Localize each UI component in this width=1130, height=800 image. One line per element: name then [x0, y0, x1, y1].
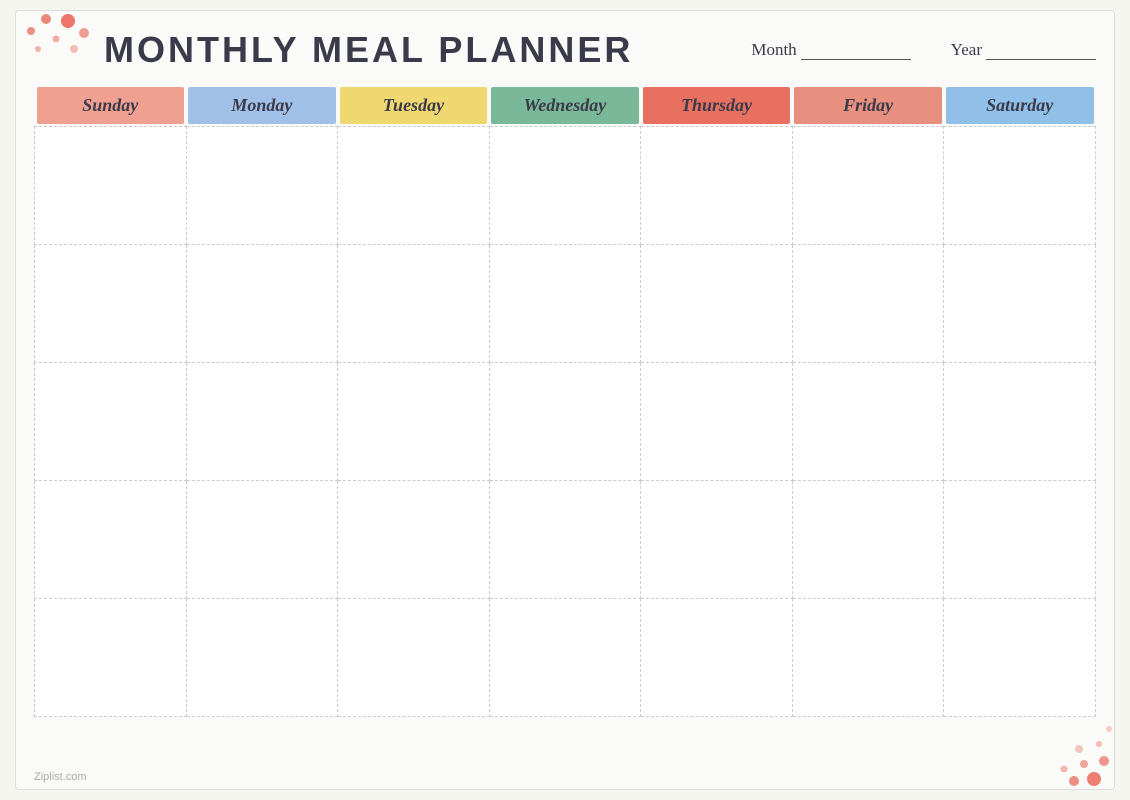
calendar-cell[interactable] — [489, 245, 641, 363]
calendar-cell[interactable] — [792, 599, 944, 717]
header-sunday: Sunday — [35, 85, 187, 127]
calendar-cell[interactable] — [944, 481, 1096, 599]
calendar-cell[interactable] — [641, 599, 793, 717]
header-thursday: Thursday — [641, 85, 793, 127]
calendar-cell[interactable] — [792, 363, 944, 481]
calendar-cell[interactable] — [641, 245, 793, 363]
day-label-friday: Friday — [794, 87, 942, 124]
header-fields: Month Year — [751, 40, 1096, 60]
calendar-cell[interactable] — [489, 127, 641, 245]
calendar-cell[interactable] — [792, 245, 944, 363]
year-label: Year — [951, 40, 982, 60]
calendar-row — [35, 599, 1096, 717]
day-label-monday: Monday — [188, 87, 336, 124]
calendar-cell[interactable] — [944, 599, 1096, 717]
header-tuesday: Tuesday — [338, 85, 490, 127]
calendar-cell[interactable] — [641, 127, 793, 245]
calendar-cell[interactable] — [489, 599, 641, 717]
day-label-tuesday: Tuesday — [340, 87, 488, 124]
calendar-table: Sunday Monday Tuesday Wednesday Thursday… — [34, 85, 1096, 717]
calendar-cell[interactable] — [35, 481, 187, 599]
header-monday: Monday — [186, 85, 338, 127]
day-label-sunday: Sunday — [37, 87, 185, 124]
calendar-cell[interactable] — [944, 245, 1096, 363]
year-field: Year — [951, 40, 1096, 60]
calendar-header-row: Sunday Monday Tuesday Wednesday Thursday… — [35, 85, 1096, 127]
header-friday: Friday — [792, 85, 944, 127]
calendar-row — [35, 245, 1096, 363]
month-label: Month — [751, 40, 796, 60]
calendar-cell[interactable] — [792, 481, 944, 599]
calendar-cell[interactable] — [338, 599, 490, 717]
calendar-cell[interactable] — [944, 127, 1096, 245]
calendar-cell[interactable] — [186, 363, 338, 481]
planner-container: MONTHLY MEAL PLANNER Month Year Sunday M… — [15, 10, 1115, 790]
calendar-cell[interactable] — [338, 245, 490, 363]
calendar-cell[interactable] — [35, 245, 187, 363]
calendar-cell[interactable] — [186, 245, 338, 363]
day-label-saturday: Saturday — [946, 87, 1094, 124]
footer-credit: Ziplist.com — [34, 771, 87, 783]
planner-title: MONTHLY MEAL PLANNER — [104, 29, 751, 71]
header-wednesday: Wednesday — [489, 85, 641, 127]
planner-header: MONTHLY MEAL PLANNER Month Year — [34, 29, 1096, 71]
calendar-cell[interactable] — [338, 127, 490, 245]
calendar-cell[interactable] — [35, 363, 187, 481]
day-label-wednesday: Wednesday — [491, 87, 639, 124]
calendar-cell[interactable] — [489, 363, 641, 481]
day-label-thursday: Thursday — [643, 87, 791, 124]
month-line[interactable] — [801, 40, 911, 60]
calendar-cell[interactable] — [35, 599, 187, 717]
calendar-cell[interactable] — [338, 481, 490, 599]
calendar-cell[interactable] — [641, 481, 793, 599]
calendar-cell[interactable] — [186, 127, 338, 245]
decorative-dots-bottomright — [1014, 709, 1114, 789]
year-line[interactable] — [986, 40, 1096, 60]
decorative-dots-topleft — [16, 11, 106, 76]
calendar-row — [35, 127, 1096, 245]
calendar-cell[interactable] — [489, 481, 641, 599]
month-field: Month — [751, 40, 910, 60]
calendar-row — [35, 481, 1096, 599]
calendar-cell[interactable] — [944, 363, 1096, 481]
calendar-row — [35, 363, 1096, 481]
header-saturday: Saturday — [944, 85, 1096, 127]
calendar-cell[interactable] — [641, 363, 793, 481]
calendar-cell[interactable] — [186, 599, 338, 717]
calendar-cell[interactable] — [792, 127, 944, 245]
calendar-cell[interactable] — [338, 363, 490, 481]
calendar-cell[interactable] — [186, 481, 338, 599]
calendar-cell[interactable] — [35, 127, 187, 245]
